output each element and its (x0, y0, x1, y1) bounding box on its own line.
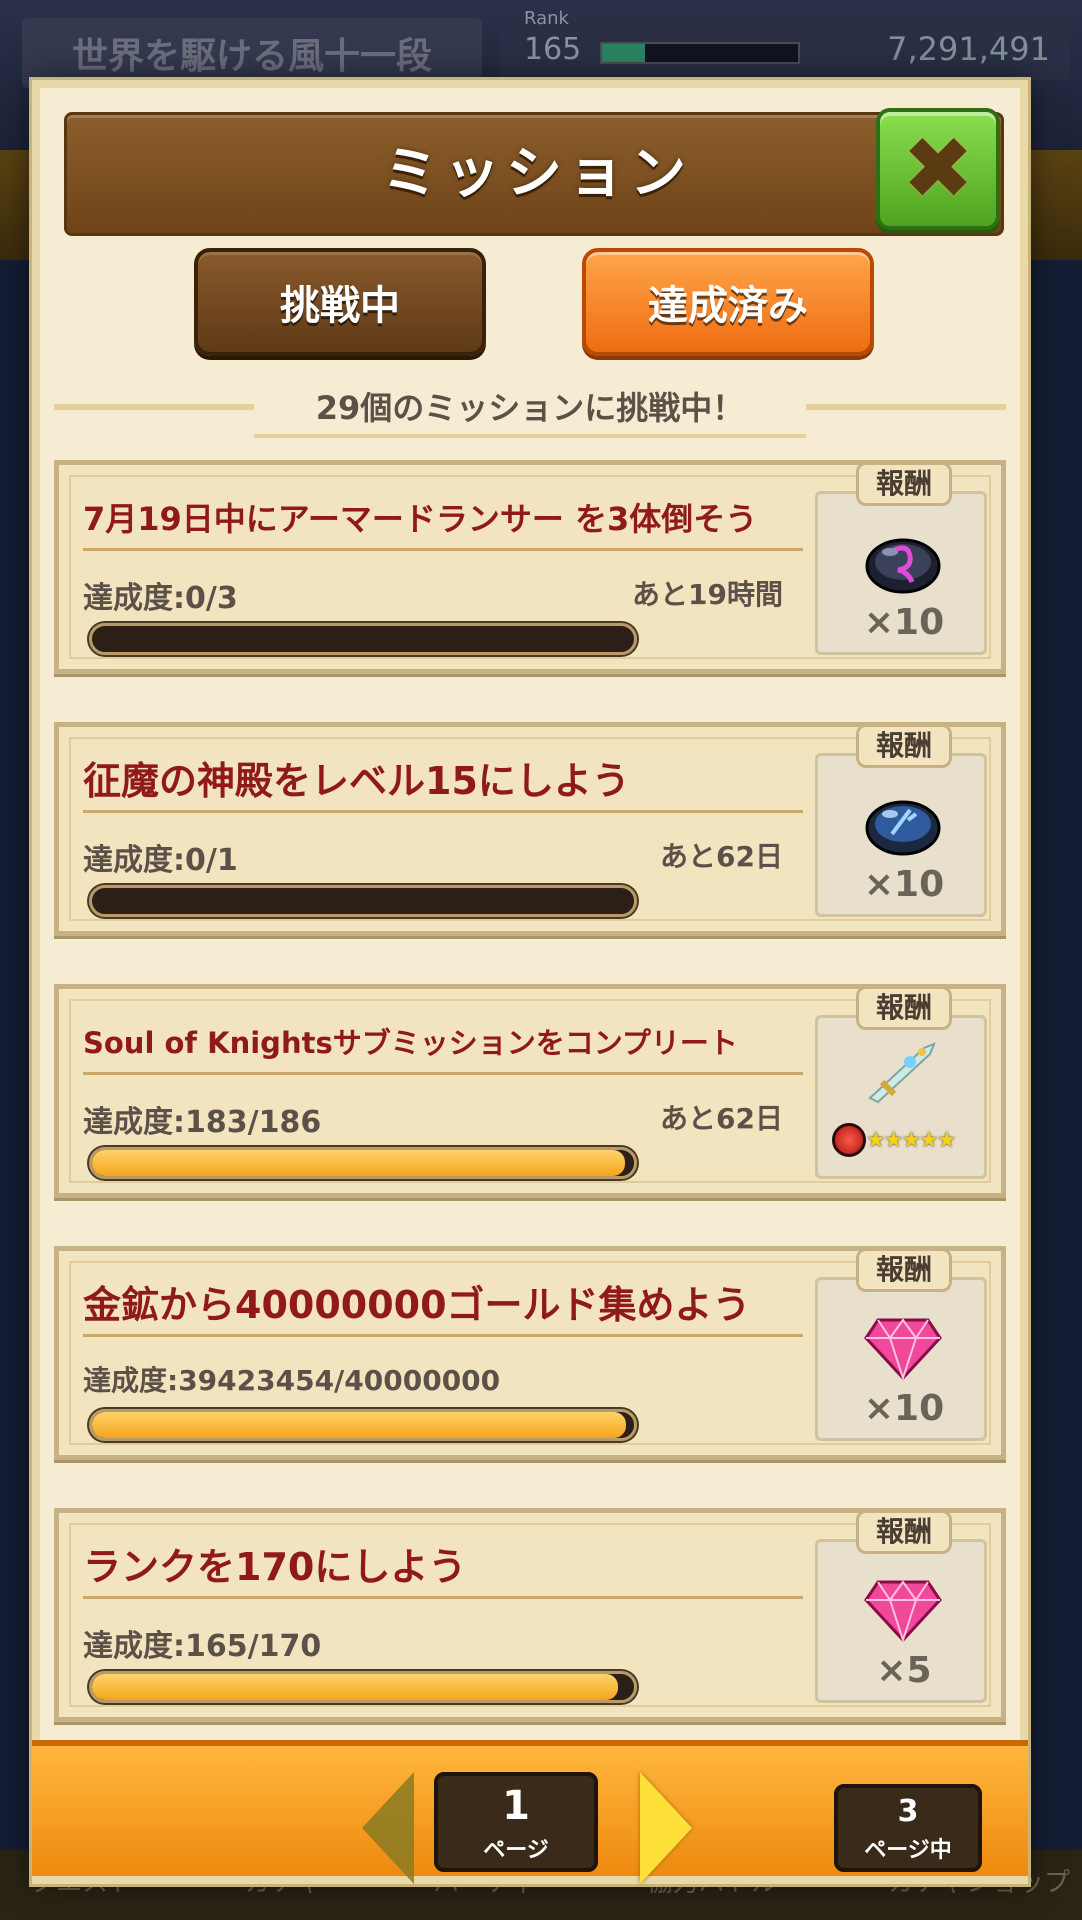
mission-progress-bar (89, 1671, 637, 1703)
rank-exp-bar (600, 42, 800, 64)
mission-title: 征魔の神殿をレベル15にしよう (83, 749, 803, 813)
total-pages-unit: ページ中 (864, 1838, 952, 1863)
mission-progress-bar (89, 885, 637, 917)
reward-quantity: ×10 (863, 864, 945, 905)
mission-card[interactable]: 金鉱から40000000ゴールド集めよう 達成度:39423454/400000… (54, 1246, 1006, 1460)
mission-progress-fill (92, 1412, 627, 1438)
reward-box[interactable]: 報酬 ★★★★★ (815, 986, 987, 1179)
reward-box[interactable]: 報酬 ×10 (815, 462, 987, 655)
rank-value: 165 (524, 32, 582, 67)
blue-orb-icon (865, 800, 941, 856)
mission-time-left: あと62日 (660, 840, 783, 873)
mission-progress-bar (89, 1147, 637, 1179)
mission-card[interactable]: ランクを170にしよう 達成度:165/170 報酬 ×5 (54, 1508, 1006, 1722)
coin-count: 7,291,491 (887, 30, 1050, 68)
reward-label: 報酬 (856, 724, 952, 768)
mission-time-left: あと62日 (660, 1102, 783, 1135)
tab-completed[interactable]: 達成済み (582, 248, 874, 356)
dark-orb-icon (865, 538, 941, 594)
mission-title: ランクを170にしよう (83, 1535, 803, 1599)
reward-rarity: ★★★★★ (832, 1122, 980, 1158)
pink-gem-icon (864, 1580, 942, 1642)
mission-card[interactable]: 征魔の神殿をレベル15にしよう 達成度:0/1 あと62日 報酬 ×10 (54, 722, 1006, 936)
mission-progress-fill (92, 1674, 619, 1700)
reward-quantity: ×5 (876, 1650, 932, 1691)
pager-footer: 1 ページ 3 ページ中 (32, 1740, 1028, 1884)
reward-box[interactable]: 報酬 ×10 (815, 724, 987, 917)
reward-label: 報酬 (856, 986, 952, 1030)
mission-title: 7月19日中にアーマードランサー を3体倒そう (83, 487, 803, 551)
background-title: 世界を駆ける風十一段 (22, 18, 482, 88)
mission-progress-text: 達成度:39423454/40000000 (83, 1364, 501, 1397)
weapon-type-icon (832, 1123, 866, 1157)
current-page-indicator: 1 ページ (434, 1772, 598, 1872)
total-pages-number: 3 (897, 1794, 919, 1829)
mission-progress-bar (89, 1409, 637, 1441)
mission-progress-text: 達成度:0/3 (83, 581, 238, 616)
mission-progress-text: 達成度:0/1 (83, 843, 238, 878)
current-page-unit: ページ (483, 1838, 549, 1863)
total-pages-indicator: 3 ページ中 (834, 1784, 982, 1872)
close-x-icon: ✖ (901, 119, 975, 219)
reward-quantity: ×10 (863, 1388, 945, 1429)
tab-in-progress[interactable]: 挑戦中 (194, 248, 486, 356)
sword-weapon-icon (868, 1042, 936, 1104)
modal-header: ミッション (64, 112, 1004, 236)
reward-box[interactable]: 報酬 ×10 (815, 1248, 987, 1441)
mission-count-text: 29個のミッションに挑戦中！ (254, 378, 806, 438)
reward-label: 報酬 (856, 462, 952, 506)
rank-label: Rank (524, 8, 569, 29)
status-banner: 29個のミッションに挑戦中！ (54, 378, 1006, 438)
mission-time-left: あと19時間 (632, 578, 783, 611)
mission-title: Soul of Knightsサブミッションをコンプリート (83, 1011, 803, 1075)
pink-gem-icon (864, 1318, 942, 1380)
current-page-number: 1 (502, 1783, 530, 1829)
mission-progress-text: 達成度:183/186 (83, 1105, 322, 1140)
mission-progress-fill (92, 1150, 626, 1176)
modal-title: ミッション (382, 141, 692, 206)
mission-title: 金鉱から40000000ゴールド集めよう (83, 1273, 803, 1337)
mission-card[interactable]: Soul of Knightsサブミッションをコンプリート 達成度:183/18… (54, 984, 1006, 1198)
background-rank-panel: Rank 165 7,291,491 (500, 8, 1070, 80)
close-button[interactable]: ✖ (876, 108, 1000, 230)
rarity-stars: ★★★★★ (866, 1127, 957, 1153)
next-page-arrow-icon[interactable] (640, 1772, 692, 1884)
prev-page-arrow-icon[interactable] (362, 1772, 414, 1884)
mission-progress-text: 達成度:165/170 (83, 1629, 322, 1664)
mission-card[interactable]: 7月19日中にアーマードランサー を3体倒そう 達成度:0/3 あと19時間 報… (54, 460, 1006, 674)
reward-box[interactable]: 報酬 ×5 (815, 1510, 987, 1703)
mission-progress-bar (89, 623, 637, 655)
reward-quantity: ×10 (863, 602, 945, 643)
mission-modal: ミッション ✖ 挑戦中 達成済み 29個のミッションに挑戦中！ 7月19日中にア… (32, 80, 1028, 1884)
reward-label: 報酬 (856, 1510, 952, 1554)
reward-label: 報酬 (856, 1248, 952, 1292)
